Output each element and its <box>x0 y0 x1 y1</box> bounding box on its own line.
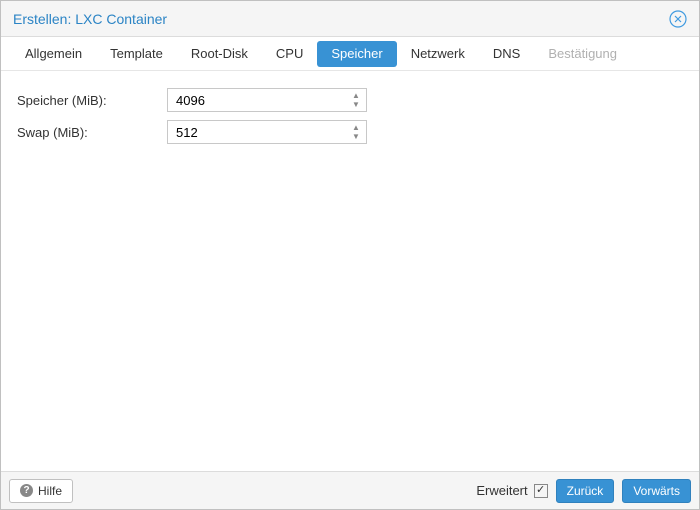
tab-root-disk[interactable]: Root-Disk <box>177 41 262 67</box>
label-memory: Speicher (MiB): <box>17 93 167 108</box>
chevron-down-icon[interactable]: ▼ <box>352 101 360 109</box>
titlebar: Erstellen: LXC Container <box>1 1 699 37</box>
help-label: Hilfe <box>38 484 62 498</box>
back-button[interactable]: Zurück <box>556 479 615 503</box>
swap-stepper: ▲ ▼ <box>167 120 367 144</box>
tab-allgemein[interactable]: Allgemein <box>11 41 96 67</box>
chevron-up-icon[interactable]: ▲ <box>352 124 360 132</box>
memory-input[interactable] <box>167 88 367 112</box>
close-icon[interactable] <box>669 10 687 28</box>
tab-bestaetigung: Bestätigung <box>534 41 631 67</box>
tab-template[interactable]: Template <box>96 41 177 67</box>
tab-bar: Allgemein Template Root-Disk CPU Speiche… <box>1 37 699 71</box>
spinner-arrows-icon[interactable]: ▲ ▼ <box>349 88 363 112</box>
tab-cpu[interactable]: CPU <box>262 41 317 67</box>
advanced-label: Erweitert <box>476 483 527 498</box>
next-button[interactable]: Vorwärts <box>622 479 691 503</box>
chevron-up-icon[interactable]: ▲ <box>352 92 360 100</box>
help-button[interactable]: ? Hilfe <box>9 479 73 503</box>
tab-netzwerk[interactable]: Netzwerk <box>397 41 479 67</box>
wizard-window: Erstellen: LXC Container Allgemein Templ… <box>0 0 700 510</box>
tab-speicher[interactable]: Speicher <box>317 41 396 67</box>
row-swap: Swap (MiB): ▲ ▼ <box>17 117 683 147</box>
label-swap: Swap (MiB): <box>17 125 167 140</box>
footer: ? Hilfe Erweitert ✓ Zurück Vorwärts <box>1 471 699 509</box>
wizard-body: Speicher (MiB): ▲ ▼ Swap (MiB): ▲ ▼ <box>1 71 699 471</box>
memory-stepper: ▲ ▼ <box>167 88 367 112</box>
advanced-checkbox[interactable]: ✓ <box>534 484 548 498</box>
help-icon: ? <box>20 484 33 497</box>
window-title: Erstellen: LXC Container <box>13 11 167 27</box>
advanced-toggle[interactable]: Erweitert ✓ <box>476 483 547 498</box>
chevron-down-icon[interactable]: ▼ <box>352 133 360 141</box>
row-memory: Speicher (MiB): ▲ ▼ <box>17 85 683 115</box>
tab-dns[interactable]: DNS <box>479 41 534 67</box>
swap-input[interactable] <box>167 120 367 144</box>
spinner-arrows-icon[interactable]: ▲ ▼ <box>349 120 363 144</box>
